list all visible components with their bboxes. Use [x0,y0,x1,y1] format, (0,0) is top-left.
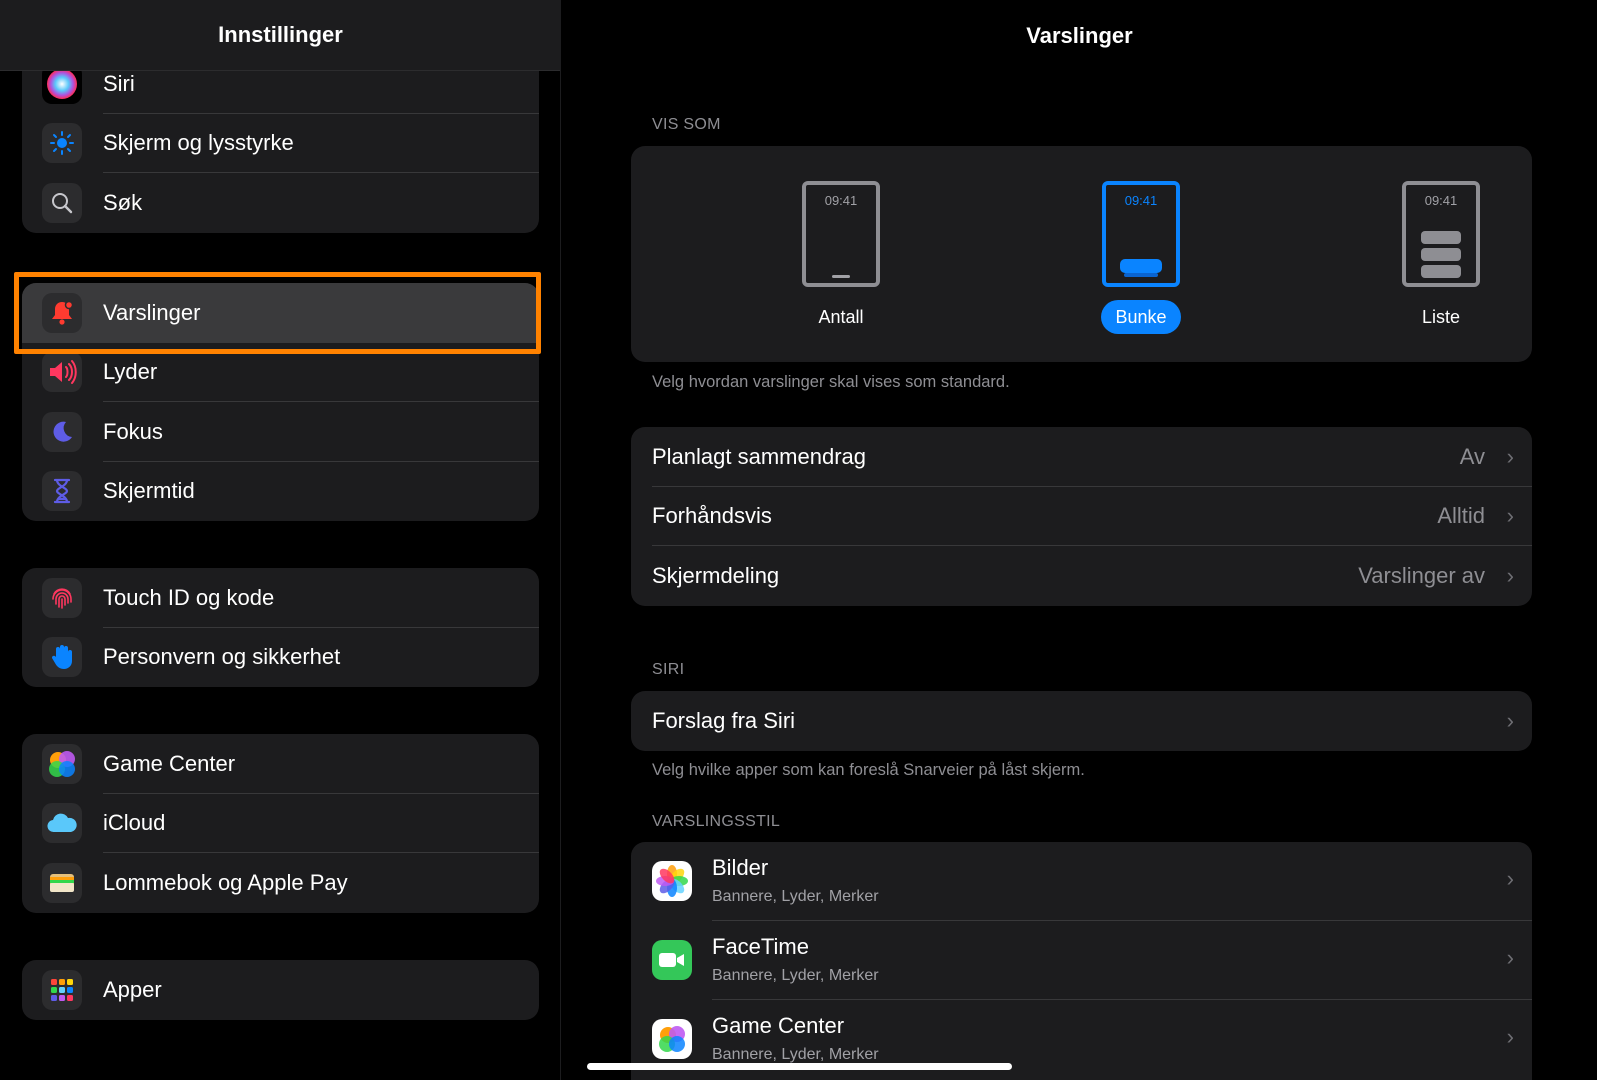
chevron-right-icon: › [1506,1024,1514,1049]
preview-time: 09:41 [1424,193,1458,208]
sidebar-item-display[interactable]: Skjerm og lysstyrke [22,114,539,173]
vis-som-footnote: Velg hvordan varslinger skal vises som s… [652,373,1010,391]
app-name: FaceTime [712,934,809,959]
row-label: Forslag fra Siri [652,707,796,733]
sun-icon [42,123,82,164]
main-panel: Varslinger VIS SOM 09:41 Antall 09:41 Bu… [562,0,1597,1080]
vis-option-bunke[interactable]: 09:41 Bunke [1071,146,1211,334]
sidebar: Innstillinger Siri Skjerm og lysstyrke S… [0,0,561,1080]
chevron-right-icon: › [1506,562,1514,588]
preview-time: 09:41 [1124,193,1158,208]
app-row-photos[interactable]: Bilder Bannere, Lyder, Merker › [631,842,1532,921]
section-label-siri: SIRI [652,661,685,678]
page-title-bar: Varslinger [562,0,1597,72]
sidebar-title: Innstillinger [218,22,343,47]
cloud-icon [42,803,82,844]
game-center-icon [42,743,82,784]
app-row-facetime[interactable]: FaceTime Bannere, Lyder, Merker › [631,921,1532,1000]
sidebar-item-label: Personvern og sikkerhet [103,644,341,670]
sidebar-item-label: Apper [103,976,162,1002]
home-indicator[interactable] [587,1063,1012,1070]
sidebar-item-wallet[interactable]: Lommebok og Apple Pay [22,853,539,913]
sidebar-item-label: Touch ID og kode [103,584,275,610]
section-label-vis-som: VIS SOM [652,116,721,133]
sidebar-group-4: Game Center iCloud Lommebok og Apple Pay [22,734,539,913]
vis-option-label: Antall [818,307,864,327]
chevron-right-icon: › [1506,443,1514,469]
sidebar-group-3: Touch ID og kode Personvern og sikkerhet [22,568,539,687]
notification-style-card: Bilder Bannere, Lyder, Merker › FaceTime… [631,842,1532,1080]
page-title: Varslinger [1026,23,1133,48]
vis-option-label: Bunke [1101,300,1181,334]
sidebar-item-touch-id[interactable]: Touch ID og kode [22,568,539,628]
app-name: Game Center [712,1013,845,1038]
row-label: Planlagt sammendrag [652,443,867,469]
row-preview[interactable]: Forhåndsvis Alltid › [631,487,1532,546]
row-label: Skjermdeling [652,562,780,588]
sidebar-group-2: Varslinger Lyder Fokus Skjermtid [22,283,539,521]
sidebar-item-sounds[interactable]: Lyder [22,343,539,402]
sidebar-header: Innstillinger [0,0,560,71]
sidebar-item-label: Siri [103,70,135,96]
sidebar-item-label: Søk [103,189,143,215]
sidebar-item-label: Game Center [103,750,236,776]
vis-option-antall[interactable]: 09:41 Antall [771,146,911,334]
row-siri-suggestions[interactable]: Forslag fra Siri › [631,691,1532,751]
phone-preview-list: 09:41 [1402,181,1480,287]
sidebar-item-screen-time[interactable]: Skjermtid [22,462,539,522]
chevron-right-icon: › [1506,707,1514,733]
sidebar-item-privacy[interactable]: Personvern og sikkerhet [22,628,539,688]
sidebar-item-game-center[interactable]: Game Center [22,734,539,794]
app-notification-summary: Bannere, Lyder, Merker [712,967,879,984]
phone-preview-count: 09:41 [802,181,880,287]
sidebar-item-label: Skjerm og lysstyrke [103,130,294,156]
row-label: Forhåndsvis [652,503,772,529]
game-center-icon [652,1019,692,1059]
siri-card: Forslag fra Siri › [631,691,1532,751]
apps-grid-icon [42,969,82,1010]
wallet-icon [42,862,82,903]
section-label-varslingsstil: VARSLINGSSTIL [652,813,781,830]
phone-preview-stack: 09:41 [1102,181,1180,287]
sidebar-item-label: Skjermtid [103,478,195,504]
row-value: Varslinger av [1358,562,1485,588]
row-scheduled-summary[interactable]: Planlagt sammendrag Av › [631,427,1532,487]
hand-icon [42,637,82,678]
chevron-right-icon: › [1506,945,1514,970]
vis-som-card: 09:41 Antall 09:41 Bunke 09:41 Liste [631,146,1532,362]
sidebar-item-notifications[interactable]: Varslinger [22,283,539,343]
sidebar-item-label: iCloud [103,810,166,836]
row-value: Alltid [1437,503,1485,529]
row-value: Av [1459,443,1485,469]
speaker-icon [42,352,82,393]
sidebar-item-search[interactable]: Søk [22,173,539,233]
search-icon [42,182,82,223]
hourglass-icon [42,471,82,512]
sidebar-group-1: Siri Skjerm og lysstyrke Søk [22,54,539,233]
moon-icon [42,411,82,452]
vis-option-label: Liste [1421,307,1461,327]
preview-time: 09:41 [824,193,858,208]
bell-icon [42,292,82,333]
sidebar-item-focus[interactable]: Fokus [22,402,539,462]
sidebar-item-apps[interactable]: Apper [22,960,539,1020]
photos-icon [652,861,692,901]
vis-option-liste[interactable]: 09:41 Liste [1371,146,1511,334]
row-screen-sharing[interactable]: Skjermdeling Varslinger av › [631,546,1532,606]
chevron-right-icon: › [1506,503,1514,529]
app-name: Bilder [712,855,769,880]
facetime-icon [652,940,692,980]
sidebar-group-5: Apper [22,960,539,1020]
sidebar-item-label: Varslinger [103,299,201,325]
fingerprint-icon [42,577,82,618]
chevron-right-icon: › [1506,866,1514,891]
siri-footnote: Velg hvilke apper som kan foreslå Snarve… [652,761,1085,779]
sidebar-item-label: Lyder [103,359,158,385]
sidebar-item-label: Lommebok og Apple Pay [103,869,348,895]
notification-settings-card: Planlagt sammendrag Av › Forhåndsvis All… [631,427,1532,606]
app-notification-summary: Bannere, Lyder, Merker [712,1046,879,1063]
sidebar-item-icloud[interactable]: iCloud [22,794,539,853]
sidebar-item-label: Fokus [103,418,163,444]
app-notification-summary: Bannere, Lyder, Merker [712,888,879,905]
